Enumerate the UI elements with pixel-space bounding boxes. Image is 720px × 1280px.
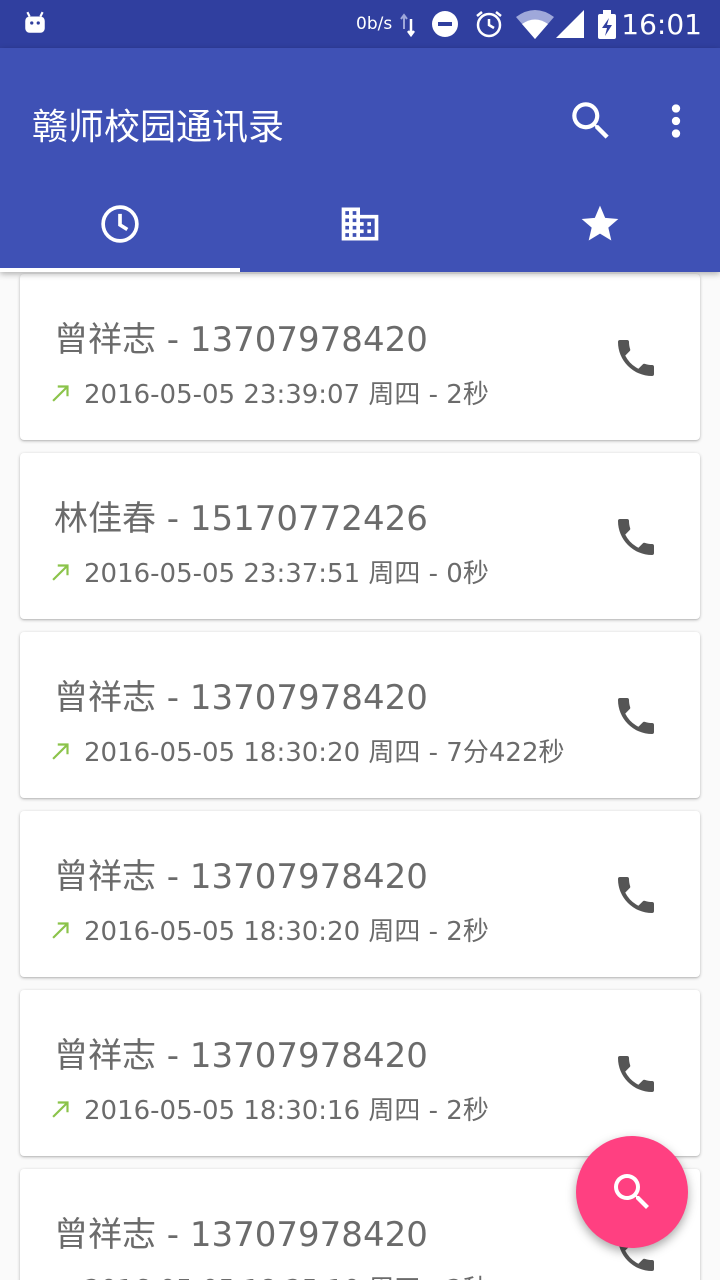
star-icon bbox=[581, 205, 619, 241]
net-speed: 0b/s bbox=[356, 14, 393, 34]
building-icon bbox=[341, 207, 379, 241]
call-detail: 2016-05-05 18:25:10 周四 - 2秒 bbox=[48, 1269, 489, 1280]
search-fab[interactable] bbox=[576, 1136, 688, 1248]
tab-departments[interactable] bbox=[240, 176, 480, 272]
call-detail: 2016-05-05 23:37:51 周四 - 0秒 bbox=[48, 553, 489, 590]
phone-icon[interactable] bbox=[612, 513, 660, 561]
battery-charging-icon bbox=[598, 10, 616, 39]
call-time-duration: 2016-05-05 18:30:20 周四 - 7分422秒 bbox=[84, 738, 565, 768]
outgoing-call-icon bbox=[52, 1100, 69, 1118]
call-time-duration: 2016-05-05 18:30:16 周四 - 2秒 bbox=[84, 1096, 489, 1126]
outgoing-call-icon bbox=[52, 921, 69, 939]
signal-icon bbox=[556, 10, 584, 38]
outgoing-call-icon bbox=[52, 742, 69, 760]
clock-icon bbox=[101, 205, 139, 243]
search-icon bbox=[572, 102, 609, 139]
outgoing-call-icon bbox=[52, 384, 69, 402]
phone-icon[interactable] bbox=[612, 334, 660, 382]
outgoing-call-icon bbox=[57, 1279, 69, 1280]
contact-name-number: 曾祥志 - 13707978420 bbox=[54, 1215, 428, 1255]
tab-favorites[interactable] bbox=[480, 176, 720, 272]
outgoing-call-icon bbox=[52, 563, 69, 581]
data-arrows-icon bbox=[400, 13, 415, 38]
status-icons bbox=[400, 10, 616, 39]
call-time-duration: 2016-05-05 23:37:51 周四 - 0秒 bbox=[84, 559, 489, 589]
contact-name-number: 曾祥志 - 13707978420 bbox=[54, 320, 428, 360]
do-not-disturb-icon bbox=[432, 11, 458, 37]
call-log-list[interactable]: 曾祥志 - 13707978420 2016-05-05 23:39:07 周四… bbox=[0, 272, 720, 1280]
contact-name-number: 曾祥志 - 13707978420 bbox=[54, 857, 428, 897]
call-log-item[interactable]: 曾祥志 - 13707978420 2016-05-05 18:30:20 周四… bbox=[20, 811, 700, 977]
call-log-item[interactable]: 曾祥志 - 13707978420 2016-05-05 18:30:16 周四… bbox=[20, 990, 700, 1156]
call-log-item[interactable]: 林佳春 - 15170772426 2016-05-05 23:37:51 周四… bbox=[20, 453, 700, 619]
tab-bar bbox=[0, 176, 720, 272]
phone-icon[interactable] bbox=[612, 692, 660, 740]
phone-icon[interactable] bbox=[612, 871, 660, 919]
call-time-duration: 2016-05-05 18:25:10 周四 - 2秒 bbox=[84, 1269, 489, 1280]
call-time-duration: 2016-05-05 18:30:20 周四 - 2秒 bbox=[84, 917, 489, 947]
search-icon bbox=[614, 1174, 649, 1209]
alarm-icon bbox=[476, 11, 502, 38]
search-button[interactable] bbox=[566, 96, 616, 146]
more-vert-icon bbox=[671, 104, 681, 138]
call-log-item[interactable]: 曾祥志 - 13707978420 2016-05-05 23:39:07 周四… bbox=[20, 274, 700, 440]
contact-name-number: 林佳春 - 15170772426 bbox=[54, 499, 428, 539]
call-log-item[interactable]: 曾祥志 - 13707978420 2016-05-05 18:30:20 周四… bbox=[20, 632, 700, 798]
call-detail: 2016-05-05 23:39:07 周四 - 2秒 bbox=[48, 374, 489, 411]
call-time-duration: 2016-05-05 23:39:07 周四 - 2秒 bbox=[84, 380, 489, 410]
android-icon bbox=[25, 11, 45, 33]
tab-recent-calls[interactable] bbox=[0, 176, 240, 272]
status-bar: 0b/s 16:01 bbox=[0, 0, 720, 48]
app-title: 赣师校园通讯录 bbox=[32, 107, 285, 148]
overflow-menu-button[interactable] bbox=[656, 96, 696, 146]
wifi-icon bbox=[516, 10, 554, 39]
call-detail: 2016-05-05 18:30:20 周四 - 7分422秒 bbox=[48, 732, 564, 769]
clock-time: 16:01 bbox=[621, 8, 702, 41]
app-bar: 赣师校园通讯录 bbox=[0, 48, 720, 272]
contact-name-number: 曾祥志 - 13707978420 bbox=[54, 1036, 428, 1076]
call-detail: 2016-05-05 18:30:16 周四 - 2秒 bbox=[48, 1090, 489, 1127]
phone-icon[interactable] bbox=[612, 1050, 660, 1098]
call-detail: 2016-05-05 18:30:20 周四 - 2秒 bbox=[48, 911, 489, 948]
contact-name-number: 曾祥志 - 13707978420 bbox=[54, 678, 428, 718]
